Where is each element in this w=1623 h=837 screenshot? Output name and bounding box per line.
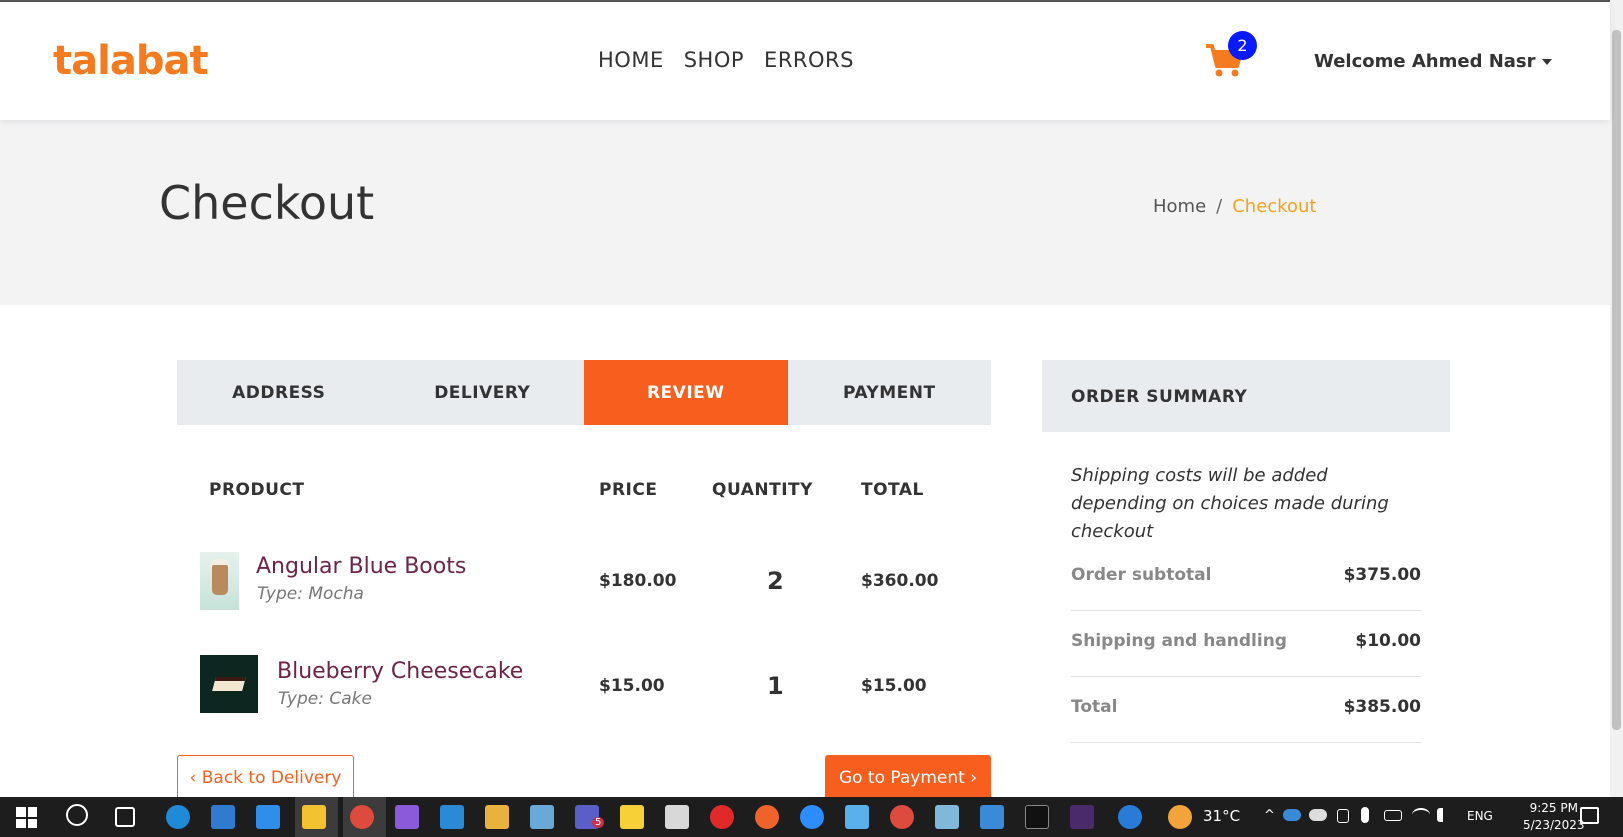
wifi-icon[interactable]	[1412, 808, 1430, 822]
product-name-link[interactable]: Angular Blue Boots	[256, 554, 466, 579]
caret-down-icon	[1541, 59, 1552, 65]
page-title: Checkout	[159, 176, 375, 230]
tool-icon[interactable]	[485, 805, 509, 829]
column-header-quantity: QUANTITY	[712, 480, 813, 500]
summary-row-total: Total $385.00	[1071, 677, 1421, 743]
page-scrollbar[interactable]	[1610, 0, 1623, 797]
column-header-product: PRODUCT	[209, 480, 305, 500]
product-quantity: 2	[767, 567, 784, 595]
battery-icon[interactable]	[1384, 810, 1402, 821]
brand-logo[interactable]: talabat	[53, 38, 209, 84]
summary-value: $385.00	[1343, 697, 1421, 717]
notepad-icon[interactable]	[935, 805, 959, 829]
order-summary-title: ORDER SUMMARY	[1071, 387, 1248, 407]
search-icon[interactable]	[66, 804, 88, 826]
mail-icon[interactable]	[256, 805, 280, 829]
breadcrumb-separator: /	[1216, 196, 1223, 217]
photos-icon[interactable]	[980, 805, 1004, 829]
cart-count-badge: 2	[1228, 31, 1257, 60]
vscode-icon[interactable]	[440, 805, 464, 829]
nav-link-shop[interactable]: SHOP	[684, 48, 744, 72]
chrome-browser-icon[interactable]	[350, 805, 374, 829]
clock-time: 9:25 PM	[1529, 801, 1578, 815]
product-price: $180.00	[599, 571, 677, 591]
step-payment[interactable]: PAYMENT	[788, 360, 992, 425]
microphone-icon[interactable]	[1361, 807, 1369, 823]
clock[interactable]: 9:25 PM 5/23/2023	[1523, 800, 1585, 834]
summary-label: Total	[1071, 697, 1118, 717]
summary-row-shipping: Shipping and handling $10.00	[1071, 611, 1421, 677]
chevron-up-icon[interactable]: ^	[1264, 808, 1275, 823]
nav-link-errors[interactable]: ERRORS	[764, 48, 854, 72]
go-to-payment-button[interactable]: Go to Payment ›	[825, 755, 991, 800]
remote-desktop-icon[interactable]	[845, 805, 869, 829]
file-explorer-icon[interactable]	[302, 805, 326, 829]
app-icon[interactable]	[710, 805, 734, 829]
zoom-icon[interactable]	[800, 805, 824, 829]
help-icon[interactable]	[1118, 805, 1142, 829]
checkout-steps: ADDRESS DELIVERY REVIEW PAYMENT	[177, 360, 991, 425]
windows-taskbar: 5 31°C ^ ENG 9:25 PM 5/23/2023	[0, 797, 1623, 837]
product-type: Type: Cake	[278, 689, 372, 709]
device-icon[interactable]	[1337, 809, 1349, 823]
page-header: Checkout Home / Checkout	[0, 120, 1610, 305]
edge-browser-icon[interactable]	[166, 805, 190, 829]
product-quantity: 1	[767, 672, 784, 700]
product-name-link[interactable]: Blueberry Cheesecake	[277, 659, 523, 684]
clock-date: 5/23/2023	[1523, 818, 1585, 832]
summary-row-subtotal: Order subtotal $375.00	[1071, 545, 1421, 611]
cart-button[interactable]: 2	[1204, 31, 1257, 82]
order-summary-header: ORDER SUMMARY	[1042, 360, 1450, 432]
language-indicator[interactable]: ENG	[1467, 809, 1493, 823]
product-thumbnail[interactable]	[200, 552, 239, 610]
teams-badge: 5	[592, 817, 605, 828]
postman-icon[interactable]	[755, 805, 779, 829]
user-menu-toggle[interactable]: Welcome Ahmed Nasr	[1314, 51, 1552, 72]
breadcrumb: Home / Checkout	[1153, 196, 1316, 217]
product-price: $15.00	[599, 676, 665, 696]
task-view-icon[interactable]	[115, 807, 135, 827]
table-row: Blueberry Cheesecake Type: Cake $15.00 1…	[177, 655, 991, 730]
back-to-delivery-button[interactable]: ‹ Back to Delivery	[177, 755, 354, 800]
weather-temperature[interactable]: 31°C	[1203, 807, 1240, 825]
step-review[interactable]: REVIEW	[584, 360, 788, 425]
nav-link-home[interactable]: HOME	[598, 48, 664, 72]
powershell-icon[interactable]	[1070, 805, 1094, 829]
breadcrumb-current: Checkout	[1232, 196, 1317, 217]
app-icon[interactable]	[530, 805, 554, 829]
volume-icon[interactable]	[1437, 808, 1453, 822]
windows-start-icon[interactable]	[16, 807, 37, 828]
navbar: talabat HOME SHOP ERRORS 2 Welcome Ahmed…	[0, 0, 1610, 120]
shipping-note: Shipping costs will be added depending o…	[1071, 465, 1389, 542]
column-header-total: TOTAL	[861, 480, 924, 500]
product-type: Type: Mocha	[257, 584, 364, 604]
step-delivery[interactable]: DELIVERY	[381, 360, 585, 425]
summary-label: Order subtotal	[1071, 565, 1212, 585]
summary-value: $375.00	[1343, 565, 1421, 585]
weather-icon[interactable]	[1168, 805, 1192, 829]
welcome-text: Welcome Ahmed Nasr	[1314, 51, 1536, 72]
table-row: Angular Blue Boots Type: Mocha $180.00 2…	[177, 552, 991, 627]
notifications-icon[interactable]	[1580, 807, 1599, 824]
summary-label: Shipping and handling	[1071, 631, 1287, 651]
column-header-price: PRICE	[599, 480, 658, 500]
snipping-tool-icon[interactable]	[665, 805, 689, 829]
cloud-icon[interactable]	[1309, 809, 1327, 821]
summary-value: $10.00	[1355, 631, 1421, 651]
product-total: $15.00	[861, 676, 927, 696]
scrollbar-thumb[interactable]	[1612, 30, 1621, 730]
visual-studio-icon[interactable]	[395, 805, 419, 829]
onedrive-icon[interactable]	[1283, 809, 1301, 821]
terminal-icon[interactable]	[1025, 805, 1049, 829]
store-icon[interactable]	[211, 805, 235, 829]
product-thumbnail[interactable]	[200, 655, 258, 713]
step-address[interactable]: ADDRESS	[177, 360, 381, 425]
product-total: $360.00	[861, 571, 939, 591]
breadcrumb-home[interactable]: Home	[1153, 196, 1206, 217]
chrome-browser-icon[interactable]	[890, 805, 914, 829]
sticky-notes-icon[interactable]	[620, 805, 644, 829]
main-nav: HOME SHOP ERRORS	[598, 48, 854, 72]
